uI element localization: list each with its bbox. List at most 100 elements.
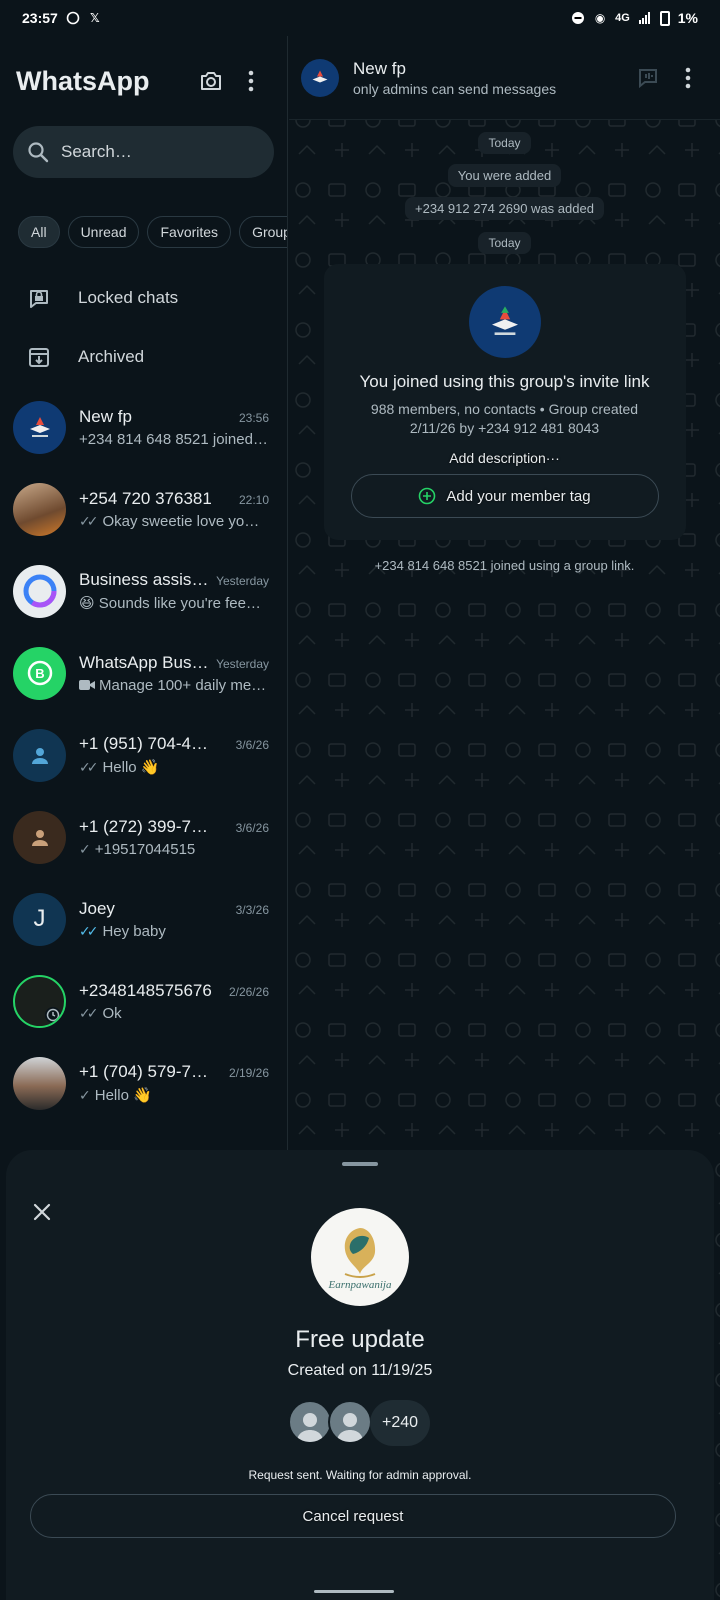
invite-card-meta: 988 members, no contacts • Group created… — [370, 401, 639, 436]
chat-preview: +234 814 648 8521 joined… — [79, 430, 268, 448]
locked-chats-row[interactable]: Locked chats — [0, 268, 287, 327]
group-invite-info-card: You joined using this group's invite lin… — [323, 264, 686, 540]
disappearing-timer-icon — [45, 1006, 61, 1023]
voice-chat-icon — [639, 68, 657, 88]
member-preview: +240 — [288, 1400, 430, 1446]
voice-chat-button[interactable] — [628, 58, 668, 98]
project-hope-logo-icon — [29, 417, 50, 437]
chat-name: +254 720 376381 — [79, 488, 212, 508]
person-icon — [337, 1413, 363, 1442]
system-message: You were added — [447, 164, 562, 187]
hotspot-icon: ◉ — [594, 11, 606, 25]
more-vertical-icon — [248, 70, 254, 92]
search-placeholder: Search… — [61, 142, 132, 161]
chat-row-whatsapp-business[interactable]: B WhatsApp Busi… Yesterday Manage 100+ d… — [0, 632, 287, 714]
close-sheet-button[interactable] — [24, 1194, 60, 1230]
sent-receipt-icon: ✓ — [79, 1086, 91, 1103]
person-icon — [297, 1413, 323, 1442]
chat-time: 2/26/26 — [228, 984, 269, 999]
more-options-button[interactable] — [231, 61, 271, 101]
group-name: Free update — [295, 1326, 425, 1353]
battery-level: 1% — [677, 10, 698, 26]
member-avatar — [288, 1400, 332, 1444]
add-description-link[interactable]: Add description··· — [449, 450, 560, 466]
add-member-tag-label: Add your member tag — [446, 487, 591, 505]
meta-ai-avatar — [13, 564, 66, 618]
contact-avatar — [13, 1056, 66, 1110]
whatsapp-business-avatar: B — [13, 646, 66, 700]
member-avatar — [328, 1400, 372, 1444]
status-time: 23:57 — [22, 10, 58, 26]
add-member-tag-button[interactable]: Add your member tag — [350, 474, 659, 518]
read-receipt-icon: ✓✓ — [79, 758, 99, 775]
group-avatar — [468, 286, 541, 358]
read-receipt-icon: ✓✓ — [79, 1004, 99, 1021]
filter-favorites[interactable]: Favorites — [147, 216, 232, 248]
default-avatar — [13, 810, 66, 864]
chat-preview: Ok — [102, 1004, 122, 1022]
earnpawanija-logo-icon: Earnpawanija — [328, 1228, 392, 1291]
chat-name: Business assist… — [79, 570, 211, 589]
filter-chips: All Unread Favorites Groups — [0, 216, 287, 248]
search-icon — [28, 142, 49, 163]
default-avatar — [13, 728, 66, 782]
cancel-request-button[interactable]: Cancel request — [30, 1494, 676, 1538]
person-icon — [31, 748, 48, 764]
gesture-nav-bar — [314, 1590, 394, 1593]
chat-row-joey[interactable]: J Joey 3/3/26 ✓✓ Hey baby — [0, 878, 287, 960]
group-avatar — [13, 400, 66, 454]
chat-row-new-fp[interactable]: New fp 23:56 +234 814 648 8521 joined… — [0, 386, 287, 468]
archive-icon — [29, 347, 49, 367]
chat-name: Joey — [79, 898, 115, 918]
archived-label: Archived — [78, 346, 145, 366]
chat-row-business-assist[interactable]: Business assist… Yesterday 😆 Sounds like… — [0, 550, 287, 632]
person-icon — [31, 830, 48, 846]
x-notification-icon: 𝕏 — [89, 11, 100, 25]
join-request-sheet: Earnpawanija Free update Created on 11/1… — [6, 1150, 714, 1600]
initial-avatar: J — [13, 892, 66, 946]
sheet-drag-handle[interactable] — [342, 1162, 378, 1166]
archived-row[interactable]: Archived — [0, 327, 287, 386]
chat-row-951[interactable]: +1 (951) 704-4515 3/6/26 ✓✓ Hello 👋 — [0, 714, 287, 796]
chat-row-704[interactable]: +1 (704) 579-7361 2/19/26 ✓ Hello 👋 — [0, 1042, 287, 1124]
more-vertical-icon — [685, 67, 691, 88]
chat-time: 2/19/26 — [228, 1066, 269, 1080]
camera-button[interactable] — [191, 61, 231, 101]
filter-all[interactable]: All — [18, 216, 60, 248]
chat-name: +2348148575676 — [79, 980, 212, 1000]
contact-avatar — [13, 482, 66, 536]
read-receipt-icon: ✓✓ — [79, 512, 99, 529]
chat-preview: Hello 👋 — [102, 759, 160, 776]
chat-preview: +19517044515 — [94, 840, 196, 858]
app-header: WhatsApp — [0, 36, 287, 126]
chat-time: 3/6/26 — [235, 738, 269, 752]
filter-groups[interactable]: Groups — [239, 216, 287, 248]
chat-name: +1 (272) 399-7135 — [79, 816, 214, 836]
conversation-title: New fp — [353, 58, 406, 78]
conversation-menu-button[interactable] — [668, 58, 708, 98]
group-logo: Earnpawanija — [311, 1208, 409, 1306]
group-created-date: Created on 11/19/25 — [287, 1362, 433, 1379]
chat-row-254[interactable]: +254 720 376381 22:10 ✓✓ Okay sweetie lov… — [0, 468, 287, 550]
locked-chats-label: Locked chats — [78, 287, 179, 307]
meta-ai-ring-icon — [23, 574, 56, 608]
chat-time: Yesterday — [216, 574, 269, 588]
conversation-header[interactable]: New fp only admins can send messages — [289, 36, 720, 120]
app-title: WhatsApp — [16, 65, 150, 96]
group-avatar[interactable] — [301, 58, 339, 97]
dnd-icon — [571, 11, 585, 25]
search-input[interactable]: Search… — [13, 126, 274, 178]
battery-icon — [659, 10, 670, 26]
chat-time: 22:10 — [238, 492, 269, 507]
chat-row-2348148575676[interactable]: +2348148575676 2/26/26 ✓✓ Ok — [0, 960, 287, 1042]
add-circle-icon — [419, 487, 436, 505]
chat-time: Yesterday — [216, 656, 269, 671]
chat-row-272[interactable]: +1 (272) 399-7135 3/6/26 ✓ +19517044515 — [0, 796, 287, 878]
chat-time: 3/6/26 — [235, 820, 269, 835]
chat-preview: 😆 Sounds like you're fee… — [79, 595, 261, 612]
whatsapp-notification-icon — [66, 11, 80, 25]
filter-unread[interactable]: Unread — [67, 216, 140, 248]
chat-time: 3/3/26 — [235, 902, 269, 917]
close-icon — [33, 1203, 51, 1221]
date-divider: Today — [478, 132, 531, 154]
